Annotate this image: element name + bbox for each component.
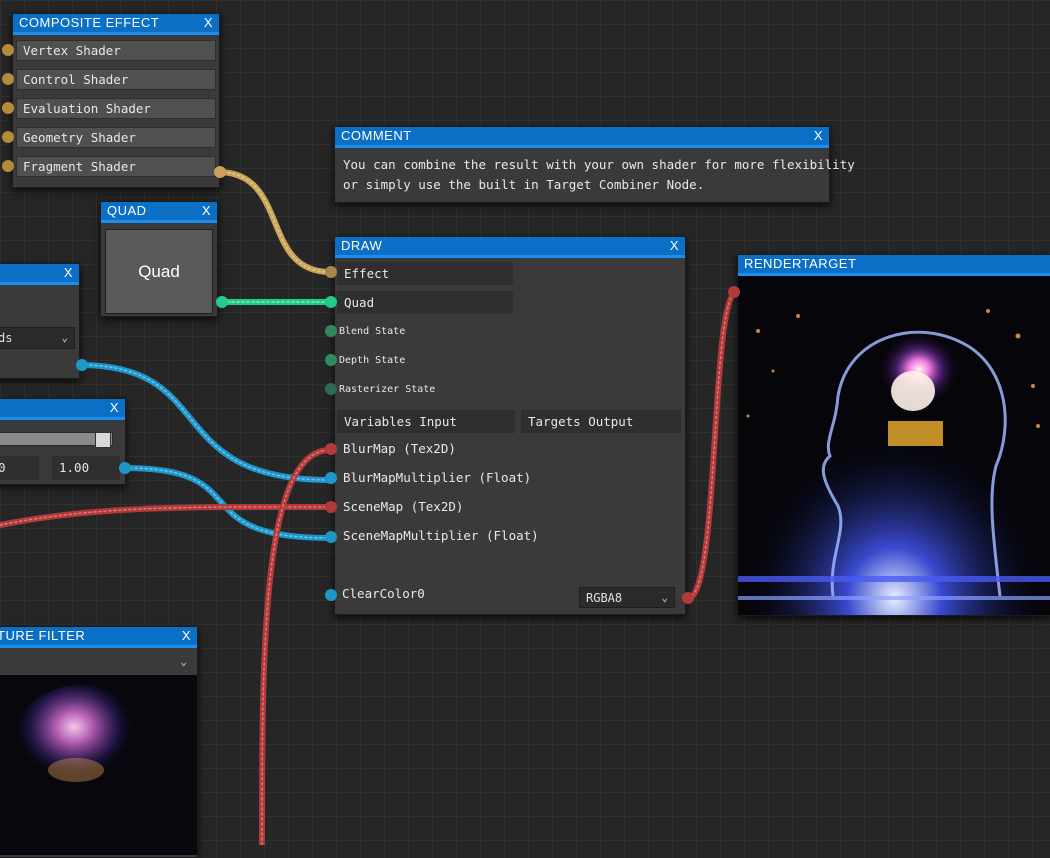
fragment-shader-in-port[interactable] bbox=[2, 160, 14, 172]
draw-node[interactable]: DRAW X Effect Quad Blend State Depth Sta… bbox=[334, 236, 686, 615]
mode-select-value: ds bbox=[0, 331, 13, 345]
blurmapmultiplier-port[interactable] bbox=[325, 472, 337, 484]
targets-output-header: Targets Output bbox=[521, 410, 681, 433]
comment-title: COMMENT bbox=[341, 128, 412, 143]
vertex-shader-slot[interactable]: Vertex Shader bbox=[16, 40, 216, 61]
quad-input-port[interactable] bbox=[325, 296, 337, 308]
slider-output-port[interactable] bbox=[119, 462, 131, 474]
slider-node-header[interactable]: X bbox=[0, 399, 125, 420]
evaluation-shader-port[interactable] bbox=[2, 102, 14, 114]
blurmap-port[interactable] bbox=[325, 443, 337, 455]
input-node-header[interactable]: X bbox=[0, 264, 79, 285]
scenemap-port[interactable] bbox=[325, 501, 337, 513]
effect-slot[interactable]: Effect bbox=[337, 262, 513, 285]
blend-state-label: Blend State bbox=[339, 326, 406, 337]
target-output-port[interactable] bbox=[682, 592, 694, 604]
close-icon[interactable]: X bbox=[64, 264, 73, 282]
draw-header[interactable]: DRAW X bbox=[335, 237, 685, 258]
close-icon[interactable]: X bbox=[202, 202, 211, 220]
chevron-down-icon: ⌄ bbox=[661, 591, 668, 604]
comment-line-1: You can combine the result with your own… bbox=[343, 157, 855, 172]
input-node-partial[interactable]: X ds ⌄ bbox=[0, 263, 80, 379]
rendertarget-title: RENDERTARGET bbox=[744, 256, 857, 271]
texture-filter-preview-image bbox=[0, 675, 197, 855]
effect-input-port[interactable] bbox=[325, 266, 337, 278]
quad-output-port[interactable] bbox=[216, 296, 228, 308]
texture-filter-title: TURE FILTER bbox=[0, 628, 86, 643]
slider-min-value[interactable]: 0 bbox=[0, 456, 39, 480]
depth-state-label: Depth State bbox=[339, 355, 406, 366]
format-select[interactable]: RGBA8 ⌄ bbox=[579, 587, 675, 608]
control-shader-port[interactable] bbox=[2, 73, 14, 85]
composite-output-port[interactable] bbox=[214, 166, 226, 178]
quad-header[interactable]: QUAD X bbox=[101, 202, 217, 223]
quad-node[interactable]: QUAD X Quad bbox=[100, 201, 218, 317]
close-icon[interactable]: X bbox=[670, 237, 679, 255]
close-icon[interactable]: X bbox=[182, 627, 191, 645]
quad-preview: Quad bbox=[105, 229, 213, 314]
depth-state-port[interactable] bbox=[325, 354, 337, 366]
variables-input-header: Variables Input bbox=[337, 410, 515, 433]
texture-filter-node-partial[interactable]: TURE FILTER X ⌄ bbox=[0, 626, 198, 858]
mode-select[interactable]: ds ⌄ bbox=[0, 327, 75, 349]
scenemapmultiplier-port[interactable] bbox=[325, 531, 337, 543]
geometry-shader-slot[interactable]: Geometry Shader bbox=[16, 127, 216, 148]
quad-preview-label: Quad bbox=[138, 261, 180, 281]
blurmap-input-label: BlurMap (Tex2D) bbox=[343, 441, 456, 456]
control-shader-slot[interactable]: Control Shader bbox=[16, 69, 216, 90]
composite-effect-node[interactable]: COMPOSITE EFFECT X Vertex Shader Control… bbox=[12, 13, 220, 188]
quad-title: QUAD bbox=[107, 203, 147, 218]
close-icon[interactable]: X bbox=[814, 127, 823, 145]
rendertarget-header[interactable]: RENDERTARGET bbox=[738, 255, 1050, 276]
close-icon[interactable]: X bbox=[204, 14, 213, 32]
composite-effect-title: COMPOSITE EFFECT bbox=[19, 15, 160, 30]
rendertarget-input-port[interactable] bbox=[728, 286, 740, 298]
slider-max-value[interactable]: 1.00 bbox=[52, 456, 120, 480]
rasterizer-state-port[interactable] bbox=[325, 383, 337, 395]
close-icon[interactable]: X bbox=[110, 399, 119, 417]
composite-effect-header[interactable]: COMPOSITE EFFECT X bbox=[13, 14, 219, 35]
rendertarget-node[interactable]: RENDERTARGET bbox=[737, 254, 1050, 616]
vertex-shader-port[interactable] bbox=[2, 44, 14, 56]
rasterizer-state-label: Rasterizer State bbox=[339, 384, 436, 395]
scenemapmultiplier-input-label: SceneMapMultiplier (Float) bbox=[343, 528, 539, 543]
rendertarget-preview-image bbox=[738, 276, 1050, 615]
wire-draw-to-rendertarget bbox=[685, 289, 740, 601]
scenemap-input-label: SceneMap (Tex2D) bbox=[343, 499, 464, 514]
blurmapmultiplier-input-label: BlurMapMultiplier (Float) bbox=[343, 470, 532, 485]
chevron-down-icon: ⌄ bbox=[61, 331, 68, 344]
geometry-shader-port[interactable] bbox=[2, 131, 14, 143]
chevron-down-icon: ⌄ bbox=[180, 655, 187, 668]
quad-slot[interactable]: Quad bbox=[337, 291, 513, 314]
draw-title: DRAW bbox=[341, 238, 383, 253]
fragment-shader-slot[interactable]: Fragment Shader bbox=[16, 156, 216, 177]
clearcolor-label: ClearColor0 bbox=[342, 586, 425, 601]
slider-handle[interactable] bbox=[95, 432, 111, 448]
evaluation-shader-slot[interactable]: Evaluation Shader bbox=[16, 98, 216, 119]
texture-filter-header[interactable]: TURE FILTER X bbox=[0, 627, 197, 648]
comment-header[interactable]: COMMENT X bbox=[335, 127, 829, 148]
comment-line-2: or simply use the built in Target Combin… bbox=[343, 177, 705, 192]
format-select-value: RGBA8 bbox=[586, 591, 623, 605]
clearcolor-port[interactable] bbox=[325, 589, 337, 601]
slider-node-partial[interactable]: X 0 1.00 bbox=[0, 398, 126, 485]
filter-select[interactable]: ⌄ bbox=[0, 652, 197, 674]
comment-node[interactable]: COMMENT X You can combine the result wit… bbox=[334, 126, 855, 203]
blend-state-port[interactable] bbox=[325, 325, 337, 337]
input-node-output-port[interactable] bbox=[76, 359, 88, 371]
